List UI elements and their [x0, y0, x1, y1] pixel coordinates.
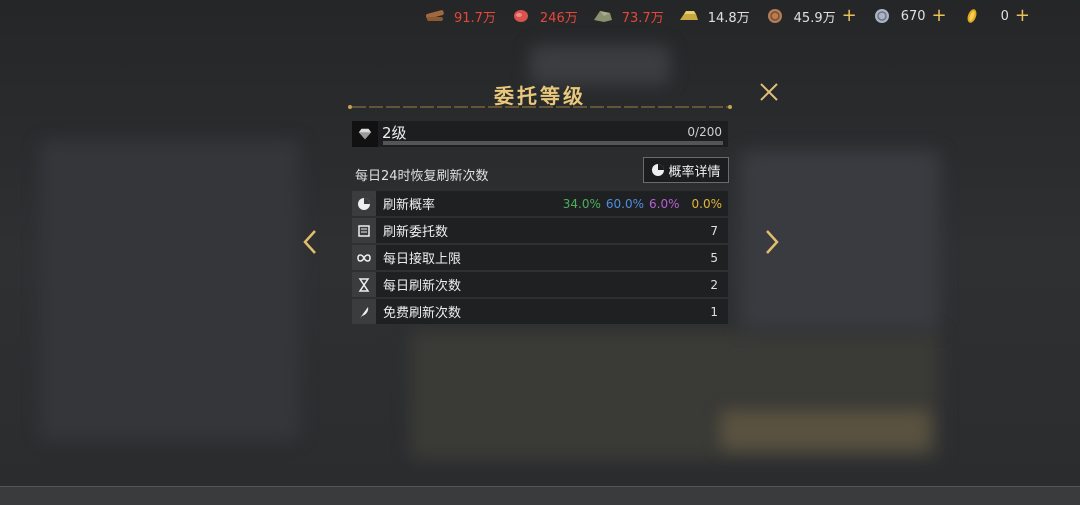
rate-list: 34.0% 60.0% 6.0% 0.0%: [558, 197, 722, 211]
resource-value: 670: [900, 8, 926, 24]
gold-bar-icon: [679, 11, 698, 20]
stat-value: 7: [710, 223, 718, 238]
resource-value: 0: [1000, 8, 1009, 24]
stat-label: 刷新概率: [383, 198, 436, 213]
stat-value: 2: [710, 277, 718, 292]
silver-coin-icon: [874, 9, 889, 23]
title-divider: [348, 105, 732, 109]
stat-label: 免费刷新次数: [383, 306, 462, 321]
resource-meat: 246万: [510, 7, 578, 26]
refresh-note: 每日24时恢复刷新次数: [355, 169, 489, 184]
add-copper-button[interactable]: +: [842, 7, 857, 25]
next-arrow-icon[interactable]: [762, 228, 782, 256]
probability-details-label: 概率详情: [668, 164, 721, 180]
stat-value: 1: [710, 304, 718, 319]
hourglass-icon: [352, 272, 376, 297]
stat-label: 刷新委托数: [383, 225, 449, 240]
add-silver-button[interactable]: +: [932, 7, 947, 25]
level-label: 2级: [382, 124, 407, 142]
stats-list: 刷新概率 34.0% 60.0% 6.0% 0.0% 刷新委托数 7 每日接取上…: [352, 191, 728, 326]
stat-value: 5: [710, 250, 718, 265]
stat-label: 每日刷新次数: [383, 279, 462, 294]
rate-value: 0.0%: [691, 196, 723, 211]
resource-gold-token: 0 +: [961, 7, 1030, 25]
pie-chart-icon: [652, 164, 665, 176]
prev-arrow-icon[interactable]: [300, 228, 320, 256]
stat-row-refresh-probability: 刷新概率 34.0% 60.0% 6.0% 0.0%: [352, 191, 728, 216]
resource-value: 73.7万: [621, 10, 664, 26]
diamond-icon: [352, 121, 378, 147]
rate-value: 34.0%: [562, 196, 601, 211]
stat-row-daily-refresh-count: 每日刷新次数 2: [352, 272, 728, 297]
stat-row-daily-accept-limit: 每日接取上限 5: [352, 245, 728, 270]
gold-token-icon: [967, 9, 977, 23]
resource-wood: 91.7万: [424, 7, 496, 26]
level-progress-bar: [383, 141, 723, 145]
stat-row-refresh-commissions: 刷新委托数 7: [352, 218, 728, 243]
wood-icon: [425, 10, 444, 21]
probability-details-button[interactable]: 概率详情: [643, 157, 729, 183]
stat-label: 每日接取上限: [383, 252, 462, 267]
scroll-icon: [352, 218, 376, 243]
close-icon[interactable]: [757, 80, 781, 104]
resource-gold-bar: 14.8万: [678, 7, 750, 26]
resource-value: 246万: [539, 10, 578, 26]
rate-value: 60.0%: [605, 196, 644, 211]
feather-icon: [352, 299, 376, 324]
infinity-icon: [352, 245, 376, 270]
resource-value: 14.8万: [707, 10, 750, 26]
resource-value: 45.9万: [793, 10, 836, 26]
level-progress-text: 0/200: [687, 125, 722, 139]
bottom-bar: [0, 486, 1080, 505]
resource-stone: 73.7万: [592, 7, 664, 26]
meat-icon: [513, 10, 528, 22]
rate-value: 6.0%: [649, 196, 680, 211]
resource-bar: 91.7万 246万 73.7万 14.8万 45.9万 + 670 + 0 +: [410, 5, 1030, 27]
stat-row-free-refresh-count: 免费刷新次数 1: [352, 299, 728, 324]
add-gold-token-button[interactable]: +: [1015, 7, 1030, 25]
resource-value: 91.7万: [453, 10, 496, 26]
resource-copper-coin: 45.9万 +: [764, 7, 857, 26]
stone-icon: [593, 11, 612, 22]
resource-silver-coin: 670 +: [871, 7, 947, 25]
probability-icon: [352, 191, 376, 216]
copper-coin-icon: [767, 9, 782, 23]
